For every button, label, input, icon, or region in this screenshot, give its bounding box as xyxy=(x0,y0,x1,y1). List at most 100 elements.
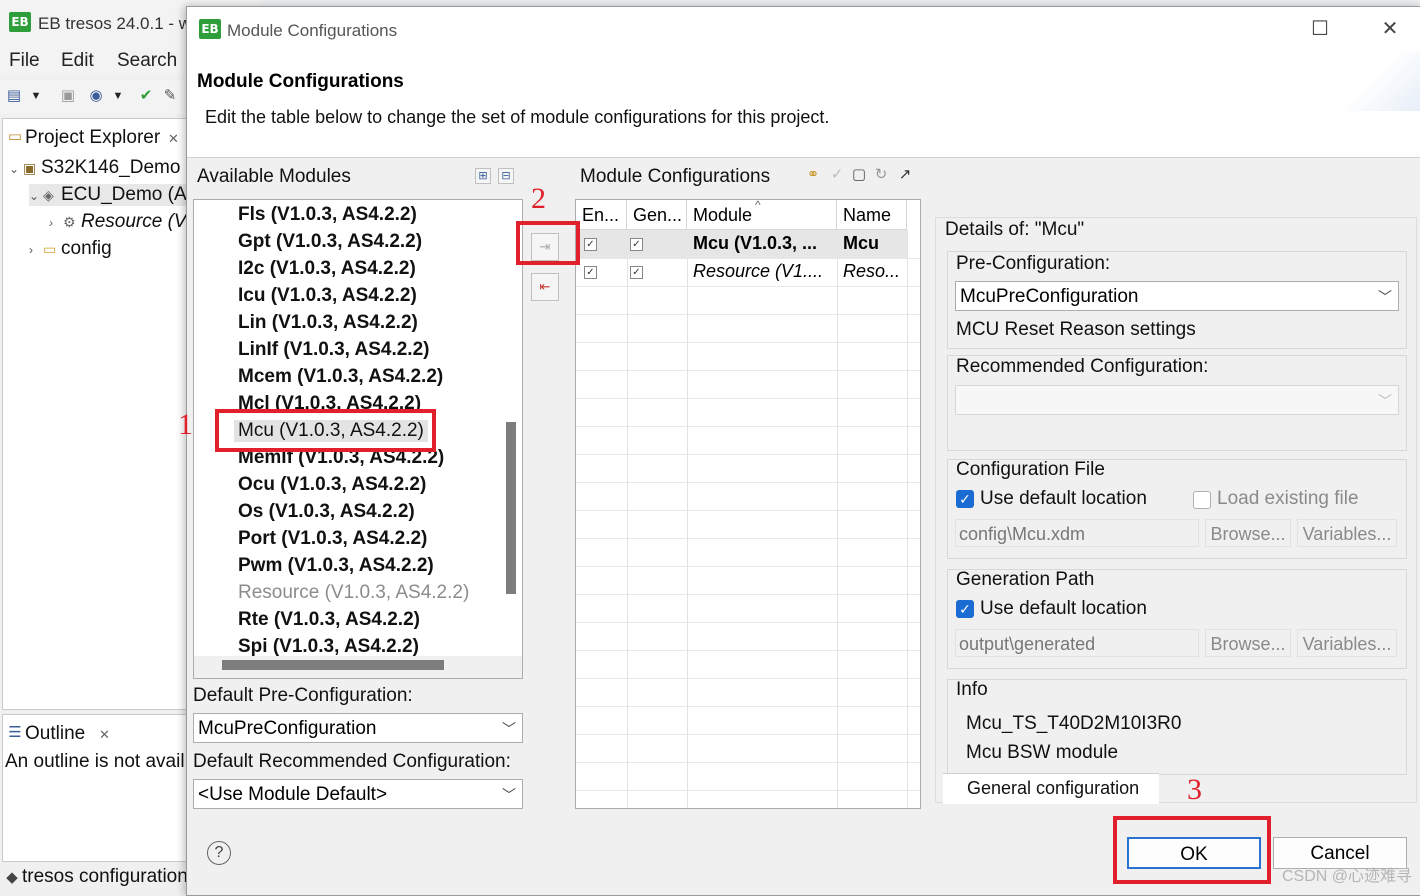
new-icon[interactable]: ▤ xyxy=(6,88,22,104)
gen-use-default-checkbox[interactable]: ✓ xyxy=(956,600,974,618)
ecu-icon: ◈ xyxy=(43,187,54,203)
module-item[interactable]: Mcem (V1.0.3, AS4.2.2) xyxy=(238,366,443,388)
dropdown-arrow-icon[interactable]: ▼ xyxy=(110,88,126,104)
use-default-checkbox[interactable]: ✓ xyxy=(956,490,974,508)
row-divider xyxy=(576,482,920,483)
project-icon: ▣ xyxy=(23,160,37,176)
recommended-select[interactable]: ﹀ xyxy=(955,385,1399,415)
tree-item-ecu[interactable]: ⌄ ◈ ECU_Demo (A xyxy=(29,184,187,206)
menu-edit[interactable]: Edit xyxy=(61,50,94,72)
row-divider xyxy=(576,286,920,287)
module-item[interactable]: Port (V1.0.3, AS4.2.2) xyxy=(238,528,427,550)
load-existing-checkbox[interactable] xyxy=(1193,491,1211,509)
config-file-path-input[interactable]: config\Mcu.xdm xyxy=(955,519,1199,547)
column-divider xyxy=(627,230,628,808)
project-explorer-label: Project Explorer xyxy=(25,127,161,148)
info-line: Mcu_TS_T40D2M10I3R0 xyxy=(966,713,1182,734)
save-icon[interactable]: ▣ xyxy=(60,88,76,104)
remove-module-button[interactable]: ⇤ xyxy=(531,273,559,301)
generate-checkbox[interactable]: ✓ xyxy=(630,238,643,251)
row-divider xyxy=(576,258,920,259)
menu-file[interactable]: File xyxy=(9,50,40,72)
preconfig-select[interactable]: McuPreConfiguration ﹀ xyxy=(955,281,1399,311)
globe-icon[interactable]: ◉ xyxy=(88,88,104,104)
outline-tab-label[interactable]: Outline xyxy=(25,723,85,745)
enabled-checkbox[interactable]: ✓ xyxy=(584,266,597,279)
config-browse-button[interactable]: Browse... xyxy=(1205,519,1291,547)
column-generate[interactable]: Gen... xyxy=(627,200,687,230)
chevron-right-icon[interactable]: › xyxy=(49,216,63,230)
module-item-disabled[interactable]: Resource (V1.0.3, AS4.2.2) xyxy=(238,582,469,604)
close-icon[interactable]: ✕ xyxy=(168,131,179,147)
module-item[interactable]: Spi (V1.0.3, AS4.2.2) xyxy=(238,636,419,658)
tool-icon[interactable]: ✎ xyxy=(162,88,178,104)
module-item[interactable]: Lin (V1.0.3, AS4.2.2) xyxy=(238,312,418,334)
row-divider xyxy=(576,622,920,623)
chevron-down-icon[interactable]: ⌄ xyxy=(29,189,43,203)
module-item[interactable]: I2c (V1.0.3, AS4.2.2) xyxy=(238,258,416,280)
check-icon[interactable]: ✔ xyxy=(138,88,154,104)
refresh-icon[interactable]: ↻ xyxy=(873,167,889,183)
help-icon[interactable]: ? xyxy=(207,841,231,865)
module-item[interactable]: Icu (V1.0.3, AS4.2.2) xyxy=(238,285,417,307)
module-item[interactable]: Os (V1.0.3, AS4.2.2) xyxy=(238,501,415,523)
menu-search[interactable]: Search xyxy=(117,50,177,72)
tree-item-config[interactable]: › ▭ config xyxy=(29,238,112,260)
status-icon: ◆ xyxy=(6,869,18,886)
module-item[interactable]: Pwm (V1.0.3, AS4.2.2) xyxy=(238,555,434,577)
recommended-label: Recommended Configuration: xyxy=(956,356,1209,377)
export-icon[interactable]: ↗ xyxy=(897,167,913,183)
column-name[interactable]: Name xyxy=(837,200,907,230)
row-divider xyxy=(576,342,920,343)
close-icon[interactable]: ✕ xyxy=(99,727,110,743)
project-explorer-tab[interactable]: ▭ Project Explorer ✕ xyxy=(3,119,189,151)
row-module-cell[interactable]: Mcu (V1.0.3, ... xyxy=(693,233,833,254)
row-divider xyxy=(576,566,920,567)
row-divider xyxy=(576,454,920,455)
tree-item-project[interactable]: ⌄ ▣ S32K146_Demo xyxy=(9,157,180,179)
chevron-down-icon: ﹀ xyxy=(502,787,516,803)
generation-path-input[interactable]: output\generated xyxy=(955,629,1199,657)
module-item[interactable]: Gpt (V1.0.3, AS4.2.2) xyxy=(238,231,422,253)
row-divider xyxy=(576,398,920,399)
paste-icon[interactable]: ▢ xyxy=(851,167,867,183)
module-item[interactable]: Ocu (V1.0.3, AS4.2.2) xyxy=(238,474,426,496)
config-variables-button[interactable]: Variables... xyxy=(1297,519,1397,547)
dropdown-arrow-icon[interactable]: ▼ xyxy=(28,88,44,104)
chevron-right-icon[interactable]: › xyxy=(29,243,43,257)
row-module-cell[interactable]: Resource (V1.... xyxy=(693,261,833,282)
default-preconfig-select[interactable]: McuPreConfiguration ﹀ xyxy=(193,713,523,743)
generate-checkbox[interactable]: ✓ xyxy=(630,266,643,279)
tree-item-resource[interactable]: › ⚙ Resource (V xyxy=(49,211,187,233)
module-item[interactable]: Fls (V1.0.3, AS4.2.2) xyxy=(238,204,417,226)
row-name-cell[interactable]: Mcu xyxy=(843,233,905,254)
close-icon[interactable]: ✕ xyxy=(1375,15,1405,43)
row-name-cell[interactable]: Reso... xyxy=(843,261,905,282)
annotation-number-3: 3 xyxy=(1187,773,1202,806)
collapse-all-icon[interactable]: ⊟ xyxy=(498,168,514,184)
default-recommended-select[interactable]: <Use Module Default> ﹀ xyxy=(193,779,523,809)
enabled-checkbox[interactable]: ✓ xyxy=(584,238,597,251)
horizontal-scrollbar-thumb[interactable] xyxy=(222,660,444,670)
outline-icon: ☰ xyxy=(8,724,22,741)
module-item[interactable]: Rte (V1.0.3, AS4.2.2) xyxy=(238,609,420,631)
expand-all-icon[interactable]: ⊞ xyxy=(475,168,491,184)
annotation-number-2: 2 xyxy=(531,182,546,215)
vertical-scrollbar-thumb[interactable] xyxy=(506,422,516,594)
tab-general-configuration[interactable]: General configuration xyxy=(943,773,1159,804)
row-divider xyxy=(576,538,920,539)
clipboard-check-icon[interactable]: ✓ xyxy=(829,167,845,183)
module-item[interactable]: LinIf (V1.0.3, AS4.2.2) xyxy=(238,339,429,361)
module-configurations-table: En... Gen... Module ^ Name ✓ ✓ Mcu (V1.0… xyxy=(575,199,921,809)
chevron-down-icon[interactable]: ⌄ xyxy=(9,162,23,176)
header-banner xyxy=(1341,51,1420,111)
menu-bar: File Edit Search xyxy=(0,44,190,76)
column-module[interactable]: Module ^ xyxy=(687,200,837,230)
link-icon[interactable]: ⚭ xyxy=(805,167,821,183)
folder-icon: ▭ xyxy=(7,128,23,145)
gen-variables-button[interactable]: Variables... xyxy=(1297,629,1397,657)
column-enabled[interactable]: En... xyxy=(576,200,627,230)
row-divider xyxy=(576,510,920,511)
gen-browse-button[interactable]: Browse... xyxy=(1205,629,1291,657)
maximize-icon[interactable]: ☐ xyxy=(1305,15,1335,43)
